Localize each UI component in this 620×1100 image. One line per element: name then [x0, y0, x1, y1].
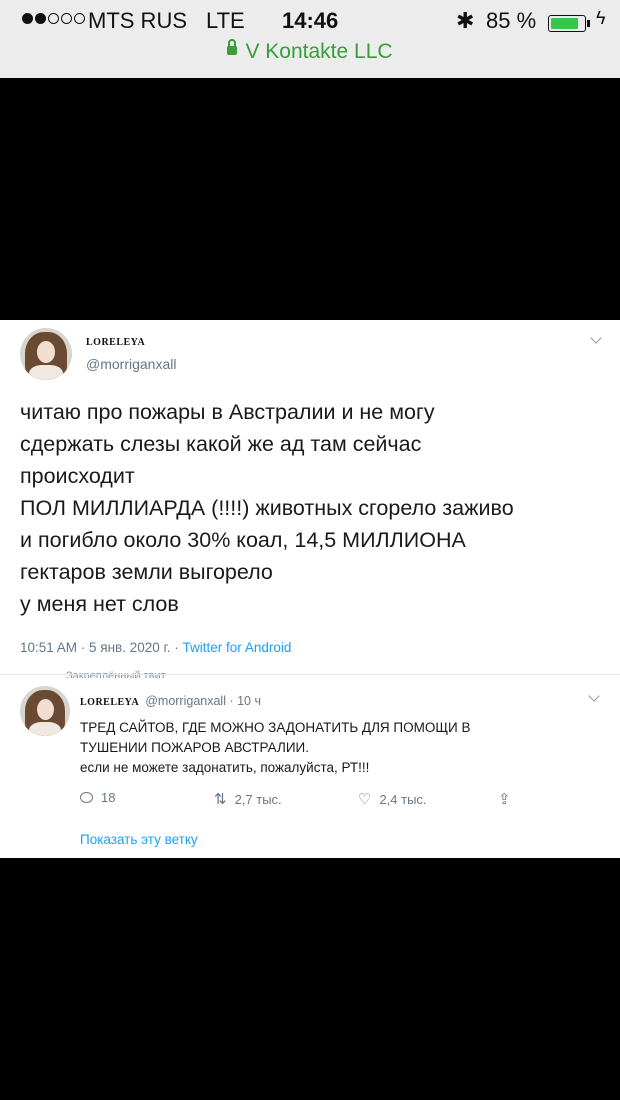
tweet-source[interactable]: Twitter for Android: [183, 640, 292, 655]
tweet-line: гектаров земли выгорело: [20, 560, 273, 584]
site-name: V Kontakte LLC: [245, 40, 393, 63]
share-button[interactable]: ⇪: [498, 790, 511, 808]
tweet-meta: 10:51 AM · 5 янв. 2020 г. · Twitter for …: [20, 640, 291, 655]
signal-dot: [35, 13, 46, 24]
battery-percent: 85 %: [486, 8, 537, 33]
tweet-screenshot: LORELEYA @morriganxall читаю про пожары …: [0, 320, 620, 858]
like-button[interactable]: ♡ 2,4 тыс.: [358, 790, 427, 808]
reply-button[interactable]: 18: [80, 790, 115, 805]
battery-icon: [548, 15, 586, 32]
reply-header: LORELEYA @morriganxall · 10 ч: [80, 694, 261, 708]
signal-dot: [61, 13, 72, 24]
tweet-text: читаю про пожары в Австралии и не могу с…: [20, 396, 610, 620]
avatar-dress: [29, 365, 63, 380]
address-bar[interactable]: V Kontakte LLC: [0, 38, 620, 64]
tweet-line: и погибло около 30% коал, 14,5 МИЛЛИОНА: [20, 528, 466, 552]
signal-dot: [48, 13, 59, 24]
tweet-line: сдержать слезы какой же ад там сейчас: [20, 432, 422, 456]
battery-tip: [587, 20, 590, 27]
avatar-face: [37, 341, 55, 363]
reply-line: ТРЕД САЙТОВ, ГДЕ МОЖНО ЗАДОНАТИТЬ ДЛЯ ПО…: [80, 720, 471, 735]
tweet-timestamp[interactable]: 10:51 AM · 5 янв. 2020 г. ·: [20, 640, 183, 655]
reply-author-name[interactable]: LORELEYA: [80, 697, 139, 708]
avatar[interactable]: [20, 328, 72, 380]
avatar-dress: [29, 722, 61, 736]
status-row: MTS RUS LTE 14:46 ✱ 85 % ϟ: [0, 6, 620, 38]
clock: 14:46: [282, 8, 339, 33]
chevron-down-icon[interactable]: [588, 690, 600, 702]
comment-icon: [80, 792, 93, 803]
tweet-line: происходит: [20, 464, 135, 488]
carrier-label: MTS RUS: [88, 8, 187, 33]
reply-avatar[interactable]: [20, 686, 70, 736]
retweet-icon: ⇅: [214, 791, 227, 808]
retweet-button[interactable]: ⇅ 2,7 тыс.: [214, 790, 282, 808]
reply-count: 18: [101, 790, 116, 805]
charging-icon: ϟ: [596, 8, 606, 28]
author-handle[interactable]: @morriganxall: [86, 356, 176, 372]
author-name[interactable]: LORELEYA: [86, 337, 145, 348]
pinned-label: Закреплённый твит: [66, 670, 166, 678]
show-thread-link[interactable]: Показать эту ветку: [80, 832, 198, 847]
status-bar: MTS RUS LTE 14:46 ✱ 85 % ϟ V Kontakte LL…: [0, 0, 620, 78]
signal-dot: [74, 13, 85, 24]
chevron-down-icon[interactable]: [590, 332, 602, 344]
tweet-line: у меня нет слов: [20, 592, 179, 616]
reply-line: если не можете задонатить, пожалуйста, Р…: [80, 760, 370, 775]
tweet-line: читаю про пожары в Австралии и не могу: [20, 400, 435, 424]
like-count: 2,4 тыс.: [379, 791, 427, 807]
share-icon: ⇪: [498, 791, 511, 808]
divider: [0, 674, 620, 675]
battery-level: [551, 18, 579, 29]
bluetooth-icon: ✱: [456, 8, 475, 33]
retweet-count: 2,7 тыс.: [234, 791, 282, 807]
heart-icon: ♡: [358, 791, 372, 808]
network-type: LTE: [206, 8, 245, 33]
avatar-face: [36, 698, 54, 720]
reply-handle-time[interactable]: @morriganxall · 10 ч: [145, 694, 261, 708]
signal-icon: [22, 13, 85, 24]
reply-line: ТУШЕНИИ ПОЖАРОВ АВСТРАЛИИ.: [80, 740, 309, 755]
lock-icon: [227, 38, 238, 55]
tweet-line: ПОЛ МИЛЛИАРДА (!!!!) животных сгорело за…: [20, 496, 514, 520]
tweet-actions: 18 ⇅ 2,7 тыс. ♡ 2,4 тыс. ⇪: [80, 790, 540, 812]
reply-text: ТРЕД САЙТОВ, ГДЕ МОЖНО ЗАДОНАТИТЬ ДЛЯ ПО…: [80, 718, 471, 778]
signal-dot: [22, 13, 33, 24]
